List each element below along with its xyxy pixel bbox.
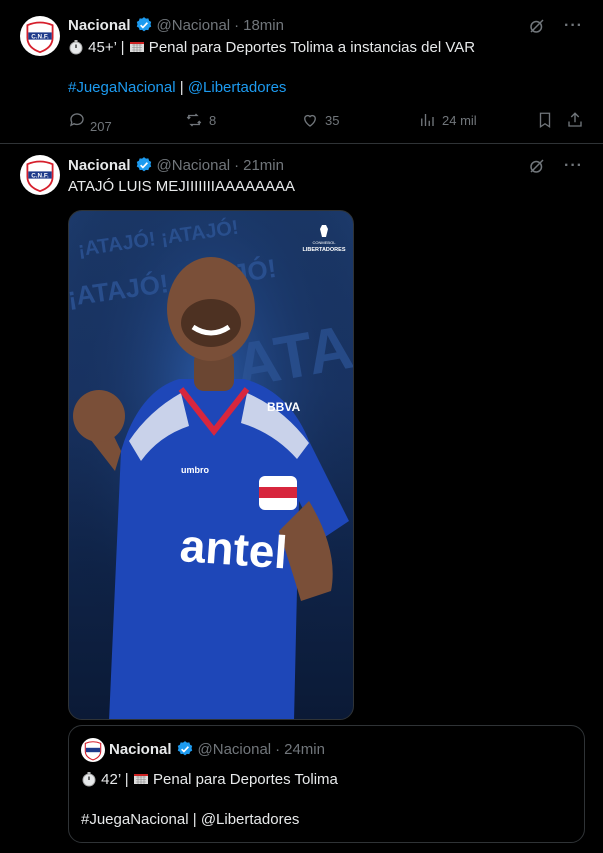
bookmark-icon	[539, 112, 551, 129]
share-button[interactable]	[566, 111, 584, 129]
shirt-brand: umbro	[181, 465, 210, 475]
goal-net-icon	[133, 774, 148, 784]
retweet-button[interactable]: 8	[185, 111, 216, 129]
retweet-count: 8	[209, 112, 217, 128]
avatar[interactable]: C.N.F.	[20, 155, 60, 195]
separator-dot: ·	[234, 16, 240, 34]
svg-text:CONMEBOL: CONMEBOL	[313, 240, 337, 245]
author-name[interactable]: Nacional	[68, 17, 131, 34]
tweet[interactable]: C.N.F. Nacional @Nacional · 21min ··· AT…	[0, 144, 603, 853]
verified-badge-icon	[136, 17, 151, 32]
tweet[interactable]: C.N.F. Nacional @Nacional · 18min ··· 45…	[0, 0, 603, 144]
tweet-media-image[interactable]: ¡ATAJÓ! ¡ATAJÓ! ¡ATAJÓ! ¡ATAJÓ! ¡ATAJÓ! …	[68, 210, 354, 720]
goal-net-icon	[129, 42, 144, 52]
tag-separator: |	[175, 79, 188, 96]
avatar[interactable]: C.N.F.	[20, 16, 60, 56]
tweet-actions-bar: 207 8 35 24 mil	[68, 109, 588, 134]
quoted-tweet-header: Nacional @Nacional · 24min	[109, 740, 325, 758]
tweet-top-actions: ···	[528, 157, 583, 175]
views-chart-icon	[421, 114, 434, 126]
stopwatch-icon	[82, 772, 96, 787]
separator-dot: ·	[275, 740, 281, 758]
penalty-text: Penal para Deportes Tolima	[148, 771, 338, 788]
timestamp[interactable]: 18min	[243, 17, 284, 34]
reply-button[interactable]	[68, 111, 86, 129]
minute-text: 42’	[101, 771, 121, 788]
tweet-tags: #JuegaNacional | @Libertadores	[68, 78, 286, 98]
quoted-tweet-tags: #JuegaNacional | @Libertadores	[81, 811, 300, 828]
retweet-icon	[186, 113, 202, 127]
stopwatch-icon	[69, 40, 83, 55]
club-crest-icon: C.N.F.	[26, 21, 54, 54]
more-options-icon[interactable]: ···	[564, 157, 583, 175]
author-handle[interactable]: @Nacional	[157, 17, 231, 34]
avatar[interactable]	[81, 738, 105, 762]
reply-icon	[69, 113, 84, 127]
quoted-tweet[interactable]: Nacional @Nacional · 24min 42’ | Penal p…	[68, 725, 585, 843]
views-button[interactable]: 24 mil	[418, 111, 477, 129]
club-crest-icon: C.N.F.	[26, 160, 54, 193]
mention-text: @Libertadores	[200, 811, 300, 828]
grok-icon[interactable]	[528, 157, 546, 175]
hashtag-link[interactable]: #JuegaNacional	[68, 79, 176, 96]
reply-count: 207	[90, 119, 112, 134]
verified-badge-icon	[177, 741, 192, 756]
mention-link[interactable]: @Libertadores	[188, 79, 287, 96]
heart-icon	[304, 114, 316, 127]
verified-badge-icon	[136, 157, 151, 172]
svg-text:C.N.F.: C.N.F.	[31, 173, 49, 180]
club-crest-icon	[84, 741, 102, 761]
share-icon	[568, 112, 582, 127]
svg-text:C.N.F.: C.N.F.	[31, 34, 49, 41]
more-options-icon[interactable]: ···	[564, 17, 583, 35]
like-button[interactable]: 35	[301, 111, 339, 129]
separator-dot: ·	[234, 156, 240, 174]
tweet-text: 45+’ | Penal para Deportes Tolima a inst…	[68, 38, 475, 58]
author-handle[interactable]: @Nacional	[157, 157, 231, 174]
author-handle: @Nacional	[197, 740, 272, 758]
shirt-sleeve-sponsor: BBVA	[267, 400, 300, 414]
svg-text:LIBERTADORES: LIBERTADORES	[303, 247, 346, 253]
like-count: 35	[325, 112, 340, 128]
shirt-sponsor: antel	[178, 519, 289, 578]
tweet-text: ATAJÓ LUIS MEJIIIIIIIAAAAAAAA	[68, 178, 296, 195]
minute-text: 45+’	[88, 39, 117, 56]
author-name: Nacional	[109, 740, 172, 758]
tweet-header: Nacional @Nacional · 18min	[68, 16, 284, 34]
timestamp: 24min	[284, 740, 325, 758]
bookmark-button[interactable]	[536, 111, 554, 129]
penalty-text: Penal para Deportes Tolima a instancias …	[144, 39, 476, 56]
grok-icon[interactable]	[528, 17, 546, 35]
author-name[interactable]: Nacional	[68, 157, 131, 174]
tweet-top-actions: ···	[528, 17, 583, 35]
quoted-tweet-text: 42’ | Penal para Deportes Tolima	[81, 770, 338, 790]
tweet-header: Nacional @Nacional · 21min	[68, 156, 284, 174]
views-count: 24 mil	[442, 112, 477, 128]
timestamp[interactable]: 21min	[243, 157, 284, 174]
hashtag-text: #JuegaNacional	[81, 811, 189, 828]
player-photo: ¡ATAJÓ! ¡ATAJÓ! ¡ATAJÓ! ¡ATAJÓ! ¡ATAJÓ! …	[69, 211, 353, 719]
